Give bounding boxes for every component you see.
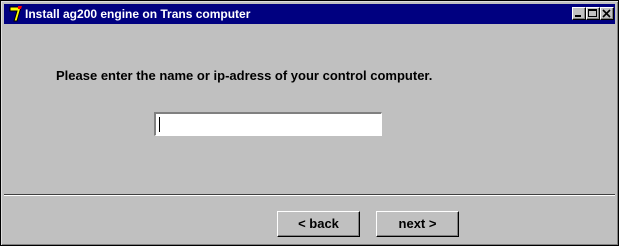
title-bar[interactable]: Install ag200 engine on Trans computer — [4, 4, 615, 24]
minimize-button[interactable] — [572, 7, 586, 20]
close-button[interactable] — [600, 7, 614, 20]
maximize-button[interactable] — [586, 7, 600, 20]
button-bar: < back next > — [4, 196, 615, 242]
installer-window: Install ag200 engine on Trans computer P… — [0, 0, 619, 246]
content-panel: Please enter the name or ip-adress of yo… — [4, 24, 615, 194]
app-icon — [9, 6, 22, 22]
minimize-icon — [575, 15, 581, 17]
instruction-text: Please enter the name or ip-adress of yo… — [56, 68, 433, 83]
maximize-icon — [588, 9, 597, 17]
next-button[interactable]: next > — [376, 211, 459, 237]
window-title: Install ag200 engine on Trans computer — [25, 7, 251, 21]
back-button[interactable]: < back — [277, 211, 360, 237]
close-icon — [602, 9, 611, 18]
hostname-input[interactable] — [154, 112, 382, 136]
text-caret — [159, 117, 160, 132]
